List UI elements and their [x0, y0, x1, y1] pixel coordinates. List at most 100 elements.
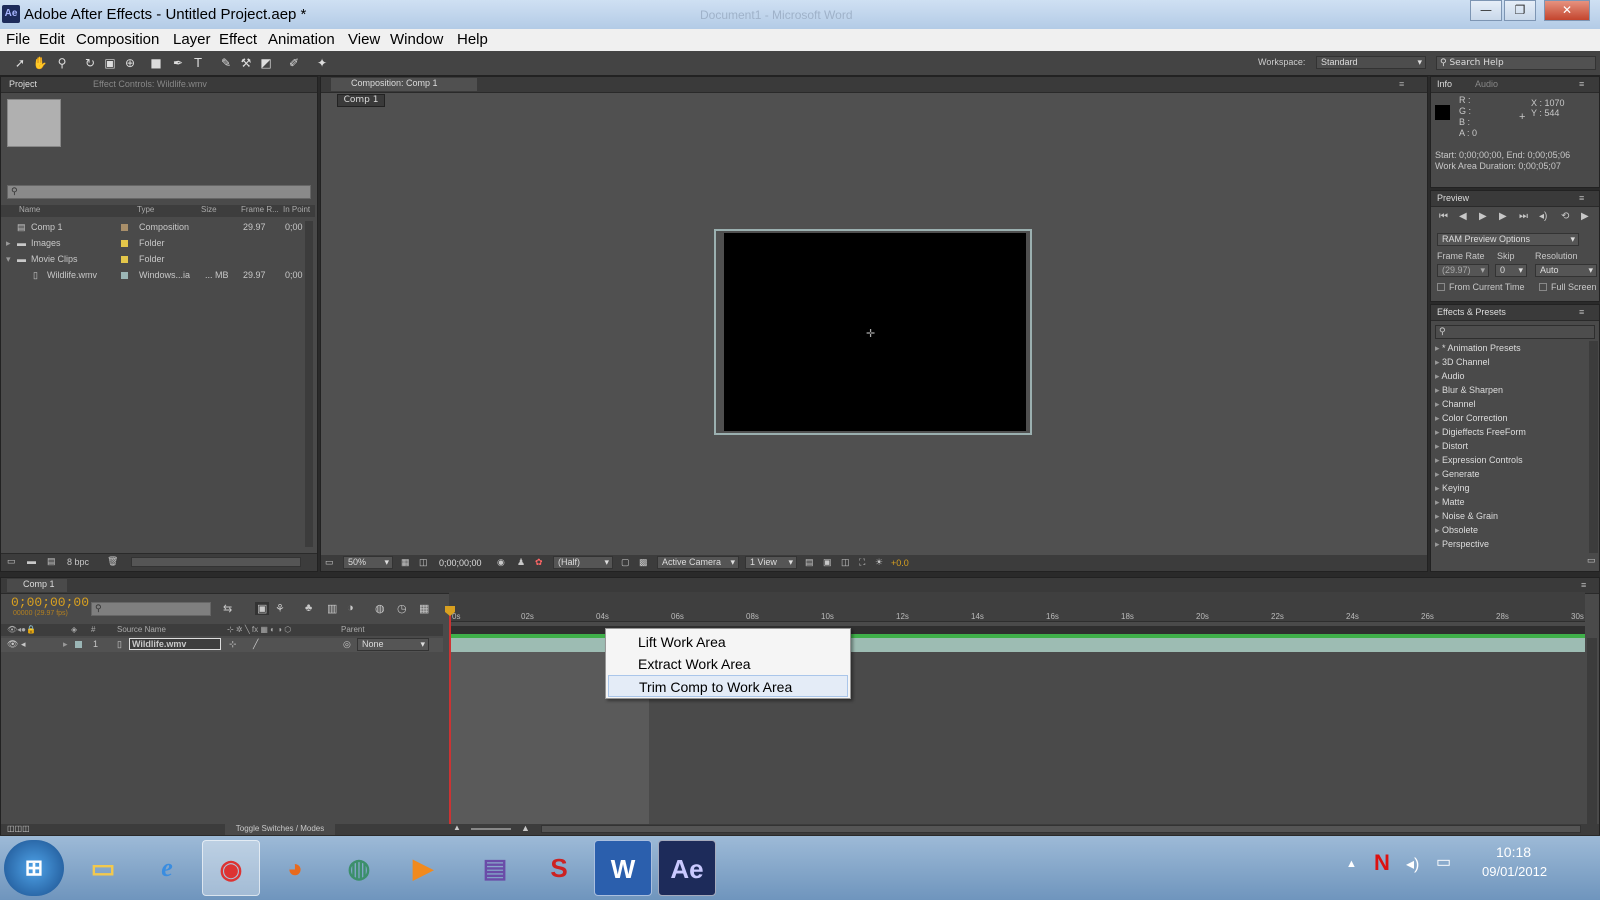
draft-3d-icon[interactable]: ▣ [255, 602, 270, 615]
timeline-current-time[interactable]: 0;00;00;00 [11, 595, 89, 610]
fast-previews-icon[interactable]: ▣ [823, 557, 832, 568]
timeline-horizontal-scrollbar[interactable] [541, 825, 1581, 833]
show-hidden-icons-icon[interactable]: ▲ [1346, 858, 1357, 870]
menu-window[interactable]: Window [390, 31, 443, 48]
tab-audio[interactable]: Audio [1475, 79, 1498, 89]
snapshot-icon[interactable]: ◉ [497, 557, 505, 568]
view-layout-dropdown[interactable]: 1 View [745, 556, 797, 569]
toggle-switches-modes-button[interactable]: Toggle Switches / Modes [225, 824, 335, 835]
menu-view[interactable]: View [348, 31, 380, 48]
roto-brush-tool-icon[interactable]: ✐ [286, 55, 302, 71]
quality-switch-icon[interactable]: ╱ [253, 639, 258, 650]
col-size[interactable]: Size [201, 205, 217, 214]
effect-category[interactable]: * Animation Presets [1435, 343, 1521, 354]
collapse-switch-icon[interactable]: ⊹ [229, 639, 237, 650]
graph-editor-icon[interactable]: ◍ [375, 602, 385, 615]
video-visibility-icon[interactable]: 👁 [7, 639, 18, 650]
anchor-point-icon[interactable]: ✛ [866, 327, 875, 340]
toggle-pixel-icon[interactable]: ▤ [805, 557, 814, 568]
zoom-slider[interactable] [471, 828, 511, 830]
project-row[interactable]: ▸ ▬ Images Folder [1, 237, 301, 251]
project-scrollbar[interactable] [305, 221, 313, 547]
ram-preview-options-dropdown[interactable]: RAM Preview Options [1437, 233, 1579, 246]
effect-category[interactable]: Expression Controls [1435, 455, 1523, 466]
color-channels-icon[interactable]: ✿ [535, 557, 543, 568]
start-orb-icon[interactable]: ⊞ [4, 840, 64, 896]
layer-row[interactable]: 👁 ◂ ▸ 1 ▯ Wildlife.wmv ⊹ ╱ ◎ None [1, 638, 443, 652]
reset-exposure-icon[interactable]: ☀ [875, 557, 883, 568]
bpc-toggle[interactable]: 8 bpc [67, 557, 89, 567]
panel-menu-icon[interactable]: ≡ [1579, 193, 1584, 203]
effect-category[interactable]: Audio [1435, 371, 1465, 382]
clock-time[interactable]: 10:18 [1496, 844, 1531, 860]
label-column-icon[interactable]: ◈ [71, 625, 77, 634]
panel-menu-icon[interactable]: ≡ [1579, 79, 1584, 89]
motion-blur-icon[interactable]: ◑ [347, 602, 354, 614]
interpret-footage-icon[interactable]: ▭ [7, 556, 16, 567]
pan-behind-tool-icon[interactable]: ⊕ [122, 55, 138, 71]
comp-bounding-box[interactable]: ✛ [714, 229, 1032, 435]
workspace-dropdown[interactable]: Standard [1316, 56, 1426, 69]
effect-category[interactable]: Channel [1435, 399, 1476, 410]
resolution-dropdown[interactable]: Auto [1535, 264, 1597, 277]
timeline-icon[interactable]: ◫ [841, 557, 850, 568]
expand-arrow-icon[interactable]: ▸ [6, 238, 11, 249]
chrome-icon[interactable]: ◉ [202, 840, 260, 896]
rectangle-tool-icon[interactable]: ■ [148, 55, 164, 71]
layer-name-field[interactable]: Wildlife.wmv [129, 638, 221, 650]
rotate-tool-icon[interactable]: ↻ [82, 55, 98, 71]
frame-rate-dropdown[interactable]: (29.97) [1437, 264, 1489, 277]
internet-explorer-icon[interactable]: e [138, 840, 196, 896]
tab-comp-timeline[interactable]: Comp 1 [7, 579, 67, 592]
trash-icon[interactable]: 🗑 [107, 556, 118, 567]
project-row[interactable]: ▾ ▬ Movie Clips Folder [1, 253, 301, 267]
search-help-input[interactable]: ⚲ Search Help [1436, 56, 1596, 70]
globe-app-icon[interactable]: ◍ [330, 840, 388, 896]
menu-animation[interactable]: Animation [268, 31, 335, 48]
menu-edit[interactable]: Edit [39, 31, 65, 48]
menu-composition[interactable]: Composition [76, 31, 159, 48]
pickwhip-icon[interactable]: ◎ [343, 639, 351, 650]
play-icon[interactable]: ▶ [1479, 211, 1487, 222]
project-row[interactable]: ▤ Comp 1 Composition 29.97 0;00 [1, 221, 303, 235]
word-icon[interactable]: W [594, 840, 652, 896]
effect-category[interactable]: Noise & Grain [1435, 511, 1498, 522]
selection-tool-icon[interactable]: ➚ [12, 55, 28, 71]
zoom-out-icon[interactable]: ▲ [453, 823, 461, 832]
extract-work-area-item[interactable]: Extract Work Area [608, 653, 848, 675]
puppet-pin-tool-icon[interactable]: ✦ [314, 55, 330, 71]
effect-category[interactable]: Obsolete [1435, 525, 1478, 536]
effect-category[interactable]: Blur & Sharpen [1435, 385, 1503, 396]
pen-tool-icon[interactable]: ✒ [170, 55, 186, 71]
effect-category[interactable]: Matte [1435, 497, 1465, 508]
horizontal-scrollbar[interactable] [131, 557, 301, 567]
switches-header-icon[interactable]: ⊹ ✲ ╲ fx ▦ ◐ ◑ ⬡ [227, 625, 291, 634]
flowchart-icon[interactable]: ⛶ [859, 557, 865, 568]
audio-toggle-icon[interactable]: ◂ [21, 639, 26, 650]
timeline-vertical-scrollbar[interactable] [1587, 638, 1597, 824]
time-ruler[interactable] [449, 592, 1585, 622]
notification-n-icon[interactable]: N [1374, 850, 1390, 876]
type-tool-icon[interactable]: T [190, 55, 206, 71]
brush-tool-icon[interactable]: ✎ [218, 55, 234, 71]
panel-menu-icon[interactable]: ≡ [1399, 79, 1404, 89]
layer-label-swatch[interactable] [75, 641, 82, 648]
region-interest-icon[interactable]: ▢ [621, 557, 630, 568]
clock-date[interactable]: 09/01/2012 [1482, 864, 1547, 879]
col-name[interactable]: Name [19, 205, 40, 214]
hand-tool-icon[interactable]: ✋ [32, 55, 48, 71]
ram-preview-icon[interactable]: ▶ [1581, 211, 1589, 222]
trim-comp-to-work-area-item[interactable]: Trim Comp to Work Area [608, 675, 848, 697]
expand-layer-icon[interactable]: ▸ [63, 639, 68, 650]
after-effects-icon[interactable]: Ae [658, 840, 716, 896]
effect-category[interactable]: Distort [1435, 441, 1468, 452]
firefox-icon[interactable]: ◕ [266, 840, 324, 896]
hide-shy-icon[interactable]: ♣ [305, 602, 312, 614]
region-icon[interactable]: ◫ [419, 557, 428, 568]
effect-category[interactable]: Perspective [1435, 539, 1489, 550]
grid-icon[interactable]: ▦ [401, 557, 410, 568]
tab-effects-presets[interactable]: Effects & Presets [1437, 307, 1506, 317]
av-switches-icon[interactable]: 👁◂●🔒 [7, 625, 36, 634]
panel-menu-icon[interactable]: ≡ [1579, 307, 1584, 317]
tab-project[interactable]: Project [9, 79, 37, 89]
